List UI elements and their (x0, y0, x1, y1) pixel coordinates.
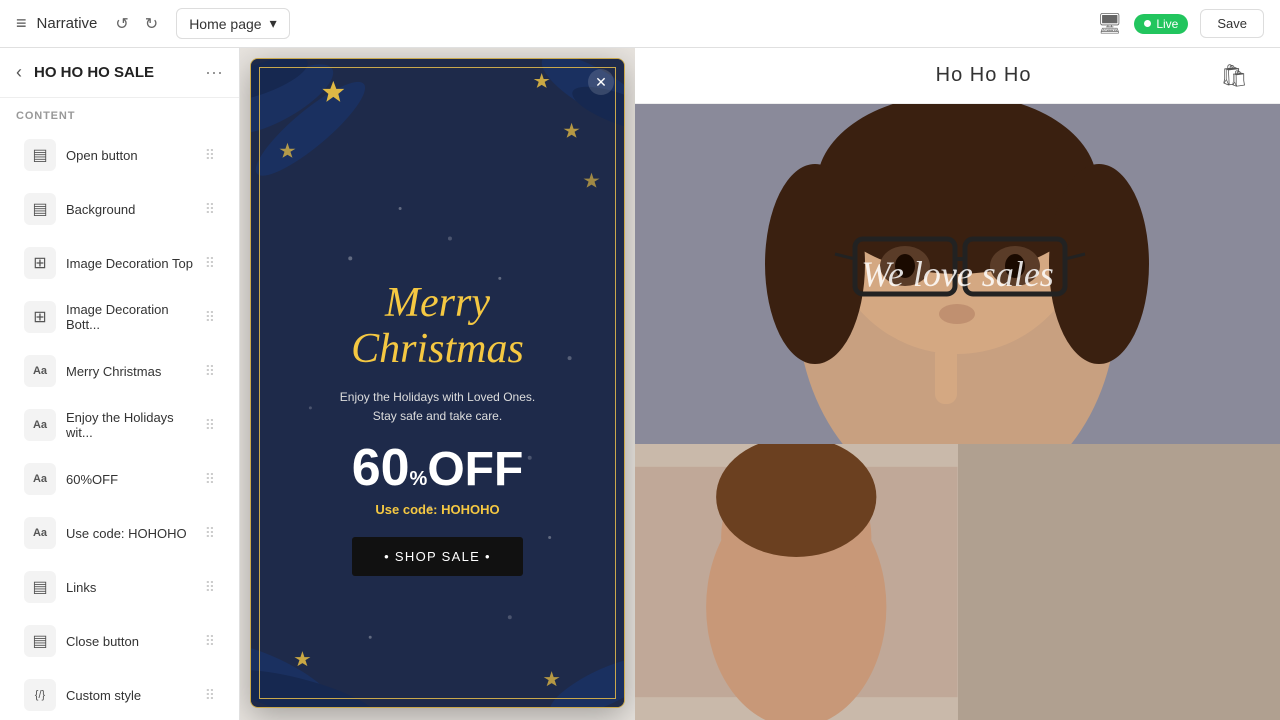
popup-title: Merry Christmas (351, 280, 524, 372)
drag-handle-8[interactable]: ⠿ (205, 579, 215, 596)
popup-title-line2: Christmas (351, 326, 524, 372)
custom-style-label: Custom style (66, 688, 195, 703)
sidebar-header: ‹ HO HO HO SALE ··· (0, 48, 239, 98)
image-deco-top-label: Image Decoration Top (66, 256, 195, 271)
image-deco-bottom-label: Image Decoration Bott... (66, 302, 195, 332)
popup-close-button[interactable]: ✕ (588, 69, 614, 95)
topbar-right: 🖥 Live Save (1097, 9, 1264, 38)
popup-off-text: OFF (427, 446, 523, 494)
enjoy-holidays-label: Enjoy the Holidays wit... (66, 410, 195, 440)
popup-code-line: Use code: HOHOHO (375, 502, 499, 517)
save-button[interactable]: Save (1200, 9, 1264, 38)
sidebar-item-image-deco-top[interactable]: ⊞ Image Decoration Top ⠿ (8, 237, 231, 289)
use-code-label: Use code: HOHOHO (66, 526, 195, 541)
website-bottom-right (958, 444, 1280, 720)
sidebar-more-button[interactable]: ··· (205, 62, 223, 83)
background-icon: ▤ (24, 193, 56, 225)
drag-handle-0[interactable]: ⠿ (205, 147, 215, 164)
undo-button[interactable]: ↺ (109, 10, 134, 38)
popup-code-text: Use code: (375, 502, 441, 517)
page-selector-label: Home page (189, 16, 261, 32)
use-code-icon: Aa (24, 517, 56, 549)
website-hero: We love sales (635, 104, 1280, 444)
merry-christmas-icon: Aa (24, 355, 56, 387)
links-icon: ▤ (24, 571, 56, 603)
website-hero-text: We love sales (861, 253, 1054, 295)
sidebar-back-button[interactable]: ‹ (16, 62, 22, 83)
website-bottom-section (635, 444, 1280, 720)
drag-handle-4[interactable]: ⠿ (205, 363, 215, 380)
close-button-label: Close button (66, 634, 195, 649)
app-title: Narrative (37, 15, 98, 32)
drag-handle-6[interactable]: ⠿ (205, 471, 215, 488)
sidebar-item-enjoy-holidays[interactable]: Aa Enjoy the Holidays wit... ⠿ (8, 399, 231, 451)
merry-christmas-label: Merry Christmas (66, 364, 195, 379)
undo-redo-group: ↺ ↻ (109, 10, 164, 38)
drag-handle-3[interactable]: ⠿ (205, 309, 215, 326)
drag-handle-2[interactable]: ⠿ (205, 255, 215, 272)
drag-handle-1[interactable]: ⠿ (205, 201, 215, 218)
discount-label: 60%OFF (66, 472, 195, 487)
drag-handle-9[interactable]: ⠿ (205, 633, 215, 650)
live-dot (1144, 20, 1151, 27)
custom-style-icon: {/} (24, 679, 56, 711)
topbar: ≡ Narrative ↺ ↻ Home page ▾ 🖥 Live Save (0, 0, 1280, 48)
drag-handle-5[interactable]: ⠿ (205, 417, 215, 434)
popup-cta-button[interactable]: • SHOP SALE • (352, 537, 523, 576)
bottom-left-image (635, 444, 958, 720)
website-header-title: Ho Ho Ho (936, 64, 1032, 87)
background-label: Background (66, 202, 195, 217)
page-selector-arrow: ▾ (270, 15, 277, 32)
canvas-area: ✕ (240, 48, 1280, 720)
nav-menu-icon[interactable]: ≡ (16, 13, 27, 34)
image-deco-top-icon: ⊞ (24, 247, 56, 279)
page-selector[interactable]: Home page ▾ (176, 8, 289, 39)
links-label: Links (66, 580, 195, 595)
popup-discount: 60%OFF (352, 442, 524, 494)
redo-button[interactable]: ↻ (139, 10, 164, 38)
popup-content: Merry Christmas Enjoy the Holidays with … (251, 59, 624, 707)
discount-icon: Aa (24, 463, 56, 495)
open-button-label: Open button (66, 148, 195, 163)
live-label: Live (1156, 17, 1178, 31)
popup-discount-number: 60 (352, 442, 410, 494)
enjoy-holidays-icon: Aa (24, 409, 56, 441)
sidebar-section-content: CONTENT (0, 98, 239, 128)
drag-handle-7[interactable]: ⠿ (205, 525, 215, 542)
website-bottom-left (635, 444, 958, 720)
popup-percent-sign: % (410, 469, 428, 489)
topbar-left: ≡ Narrative (16, 13, 97, 34)
website-header: Ho Ho Ho 🛍 (635, 48, 1280, 104)
live-badge: Live (1134, 14, 1188, 34)
sidebar-item-background[interactable]: ▤ Background ⠿ (8, 183, 231, 235)
sidebar-item-open-button[interactable]: ▤ Open button ⠿ (8, 129, 231, 181)
main-layout: ‹ HO HO HO SALE ··· CONTENT ▤ Open butto… (0, 48, 1280, 720)
close-button-icon: ▤ (24, 625, 56, 657)
sidebar-item-close-button[interactable]: ▤ Close button ⠿ (8, 615, 231, 667)
drag-handle-10[interactable]: ⠿ (205, 687, 215, 704)
sidebar-item-discount[interactable]: Aa 60%OFF ⠿ (8, 453, 231, 505)
image-deco-bottom-icon: ⊞ (24, 301, 56, 333)
website-preview: Ho Ho Ho 🛍 (635, 48, 1280, 720)
popup-modal: ✕ (250, 58, 625, 708)
open-button-icon: ▤ (24, 139, 56, 171)
sidebar: ‹ HO HO HO SALE ··· CONTENT ▤ Open butto… (0, 48, 240, 720)
sidebar-item-image-deco-bottom[interactable]: ⊞ Image Decoration Bott... ⠿ (8, 291, 231, 343)
popup-code-value: HOHOHO (441, 502, 500, 517)
sidebar-title: HO HO HO SALE (34, 64, 205, 81)
monitor-icon[interactable]: 🖥 (1097, 11, 1122, 36)
sidebar-item-use-code[interactable]: Aa Use code: HOHOHO ⠿ (8, 507, 231, 559)
sidebar-item-merry-christmas[interactable]: Aa Merry Christmas ⠿ (8, 345, 231, 397)
popup-subtitle: Enjoy the Holidays with Loved Ones.Stay … (340, 388, 535, 426)
sidebar-item-links[interactable]: ▤ Links ⠿ (8, 561, 231, 613)
cart-icon[interactable]: 🛍 (1220, 63, 1248, 89)
sidebar-item-custom-style[interactable]: {/} Custom style ⠿ (8, 669, 231, 720)
popup-title-line1: Merry (385, 280, 490, 326)
